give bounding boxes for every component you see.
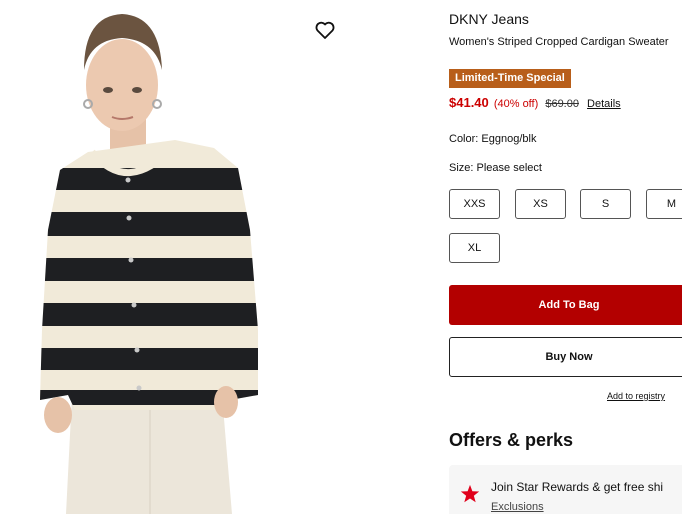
- price-details-link[interactable]: Details: [587, 98, 621, 110]
- star-rewards-text: Join Star Rewards & get free shi: [491, 480, 664, 494]
- size-option-xl[interactable]: XL: [449, 233, 500, 263]
- product-image[interactable]: [0, 0, 350, 514]
- exclusions-link[interactable]: Exclusions: [491, 501, 544, 513]
- size-label: Size: Please select: [449, 162, 542, 174]
- size-option-xxs[interactable]: XXS: [449, 189, 500, 219]
- heart-outline-icon: [315, 21, 335, 39]
- add-to-bag-button[interactable]: Add To Bag: [449, 285, 682, 325]
- offers-heading: Offers & perks: [449, 430, 574, 450]
- size-option-m[interactable]: M: [646, 189, 682, 219]
- product-name: Women's Striped Cropped Cardigan Sweater: [449, 36, 669, 48]
- sale-price: $41.40: [449, 95, 489, 110]
- buy-now-button[interactable]: Buy Now: [449, 337, 682, 377]
- star-rewards-card[interactable]: Join Star Rewards & get free shi Exclusi…: [449, 465, 682, 514]
- star-icon: [460, 484, 480, 503]
- size-option-s[interactable]: S: [580, 189, 631, 219]
- original-price: $69.00: [545, 98, 579, 110]
- color-label: Color: Eggnog/blk: [449, 133, 537, 145]
- brand-name[interactable]: DKNY Jeans: [449, 11, 529, 27]
- promo-badge: Limited-Time Special: [449, 69, 571, 88]
- price-row: $41.40 (40% off) $69.00 Details: [449, 95, 621, 110]
- product-info-panel: DKNY Jeans Women's Striped Cropped Cardi…: [449, 0, 682, 514]
- add-to-registry-link[interactable]: Add to registry: [607, 391, 665, 401]
- discount-percent: (40% off): [493, 98, 539, 110]
- model-photo: [40, 14, 258, 514]
- size-option-xs[interactable]: XS: [515, 189, 566, 219]
- wishlist-button[interactable]: [313, 18, 337, 42]
